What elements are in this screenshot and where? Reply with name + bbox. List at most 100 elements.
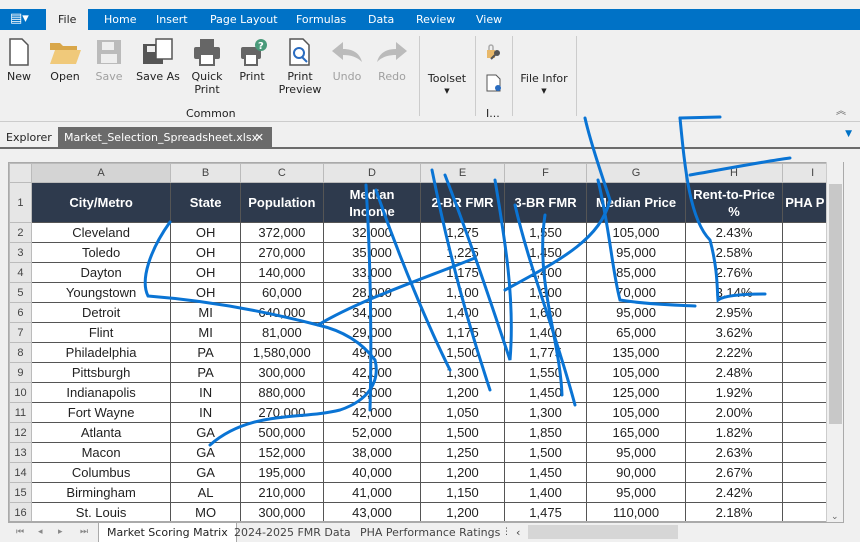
tab-review[interactable]: Review: [404, 9, 467, 30]
cell[interactable]: 1,475: [503, 502, 588, 521]
cell[interactable]: 2.95%: [684, 302, 784, 323]
cell[interactable]: 500,000: [239, 422, 324, 443]
cell[interactable]: Philadelphia: [30, 342, 172, 363]
column-title-cell[interactable]: Rent-to-Price %: [684, 182, 784, 223]
cell[interactable]: St. Louis: [30, 502, 172, 521]
cell[interactable]: Toledo: [30, 242, 172, 263]
cell[interactable]: GA: [170, 442, 241, 463]
cell[interactable]: 1,175: [420, 262, 505, 283]
cell[interactable]: 95,000: [586, 482, 686, 503]
cell[interactable]: Dayton: [30, 262, 172, 283]
cell[interactable]: 70,000: [586, 282, 686, 303]
cell[interactable]: 640,000: [239, 302, 324, 323]
column-header-G[interactable]: G: [586, 163, 686, 183]
column-header-A[interactable]: A: [30, 163, 172, 183]
cell[interactable]: 152,000: [239, 442, 324, 463]
cell[interactable]: OH: [170, 282, 241, 303]
save-as-button[interactable]: Save As: [136, 34, 180, 83]
document-properties-icon[interactable]: [486, 74, 502, 95]
cell[interactable]: 1,200: [420, 382, 505, 403]
cell[interactable]: Fort Wayne: [30, 402, 172, 423]
cell[interactable]: 1,550: [503, 222, 588, 243]
cell[interactable]: 2.48%: [684, 362, 784, 383]
cell[interactable]: 1,650: [503, 302, 588, 323]
column-header-H[interactable]: H: [684, 163, 784, 183]
cell[interactable]: 300,000: [239, 502, 324, 521]
cell[interactable]: 1,580,000: [239, 342, 324, 363]
row-header[interactable]: 3: [9, 242, 32, 263]
column-header-C[interactable]: C: [239, 163, 324, 183]
cell[interactable]: 1,100: [420, 282, 505, 303]
cell[interactable]: 2.67%: [684, 462, 784, 483]
cell[interactable]: 1,450: [503, 382, 588, 403]
cell[interactable]: 1,400: [503, 322, 588, 343]
cell[interactable]: GA: [170, 422, 241, 443]
row-header[interactable]: 14: [9, 462, 32, 483]
cell[interactable]: 105,000: [586, 402, 686, 423]
spreadsheet-grid[interactable]: ABCDEFGHI 1 City/Metro State Population Medi…: [8, 162, 844, 522]
cell[interactable]: 1,500: [503, 442, 588, 463]
tabs-dropdown-icon[interactable]: ▼: [845, 129, 852, 139]
cell[interactable]: Macon: [30, 442, 172, 463]
cell[interactable]: 2.63%: [684, 442, 784, 463]
sheet-tab[interactable]: Market Scoring Matrix: [98, 523, 237, 542]
cell[interactable]: 1,300: [503, 402, 588, 423]
cell[interactable]: 1,250: [420, 442, 505, 463]
cell[interactable]: 210,000: [239, 482, 324, 503]
cell[interactable]: 65,000: [586, 322, 686, 343]
permissions-icon[interactable]: [486, 44, 502, 63]
tab-document[interactable]: Market_Selection_Spreadsheet.xlsx ✕: [58, 127, 272, 149]
row-header[interactable]: 16: [9, 502, 32, 521]
tab-page-layout[interactable]: Page Layout: [198, 9, 290, 30]
cell[interactable]: Youngstown: [30, 282, 172, 303]
cell[interactable]: Flint: [30, 322, 172, 343]
cell[interactable]: PA: [170, 362, 241, 383]
cell[interactable]: 105,000: [586, 222, 686, 243]
cell[interactable]: 95,000: [586, 242, 686, 263]
cell[interactable]: 95,000: [586, 302, 686, 323]
collapse-ribbon-icon[interactable]: ︽: [836, 102, 846, 117]
new-button[interactable]: New: [4, 34, 34, 83]
cell[interactable]: Detroit: [30, 302, 172, 323]
cell[interactable]: 1,175: [420, 322, 505, 343]
next-sheet-icon[interactable]: ▸: [58, 523, 63, 542]
quick-print-button[interactable]: Quick Print: [190, 34, 224, 96]
cell[interactable]: OH: [170, 222, 241, 243]
cell[interactable]: 45,000: [322, 382, 422, 403]
row-header[interactable]: 1: [9, 182, 32, 223]
scroll-down-icon[interactable]: ⌄: [831, 512, 839, 522]
row-header[interactable]: 6: [9, 302, 32, 323]
cell[interactable]: 1,500: [420, 342, 505, 363]
cell[interactable]: AL: [170, 482, 241, 503]
cell[interactable]: 135,000: [586, 342, 686, 363]
cell[interactable]: 1,400: [503, 482, 588, 503]
tab-explorer[interactable]: Explorer: [0, 127, 58, 149]
last-sheet-icon[interactable]: ⏭: [80, 523, 88, 542]
first-sheet-icon[interactable]: ⏮: [16, 523, 24, 542]
row-header[interactable]: 15: [9, 482, 32, 503]
cell[interactable]: 3.62%: [684, 322, 784, 343]
cell[interactable]: 81,000: [239, 322, 324, 343]
cell[interactable]: 33,000: [322, 262, 422, 283]
cell[interactable]: 1,400: [503, 262, 588, 283]
cell[interactable]: 270,000: [239, 402, 324, 423]
cell[interactable]: 1,400: [420, 302, 505, 323]
cell[interactable]: 2.18%: [684, 502, 784, 521]
column-title-cell[interactable]: City/Metro: [30, 182, 172, 223]
cell[interactable]: 2.76%: [684, 262, 784, 283]
cell[interactable]: 42,000: [322, 402, 422, 423]
cell[interactable]: 3.14%: [684, 282, 784, 303]
open-button[interactable]: Open: [48, 34, 82, 83]
row-header[interactable]: 11: [9, 402, 32, 423]
cell[interactable]: 300,000: [239, 362, 324, 383]
column-header-B[interactable]: B: [170, 163, 241, 183]
tab-view[interactable]: View: [464, 9, 514, 30]
cell[interactable]: 270,000: [239, 242, 324, 263]
cell[interactable]: 40,000: [322, 462, 422, 483]
save-button[interactable]: Save: [94, 34, 124, 83]
cell[interactable]: 1,225: [420, 242, 505, 263]
cell[interactable]: Columbus: [30, 462, 172, 483]
scrollbar-thumb[interactable]: [829, 184, 842, 424]
cell[interactable]: 42,000: [322, 362, 422, 383]
cell[interactable]: 1,050: [420, 402, 505, 423]
